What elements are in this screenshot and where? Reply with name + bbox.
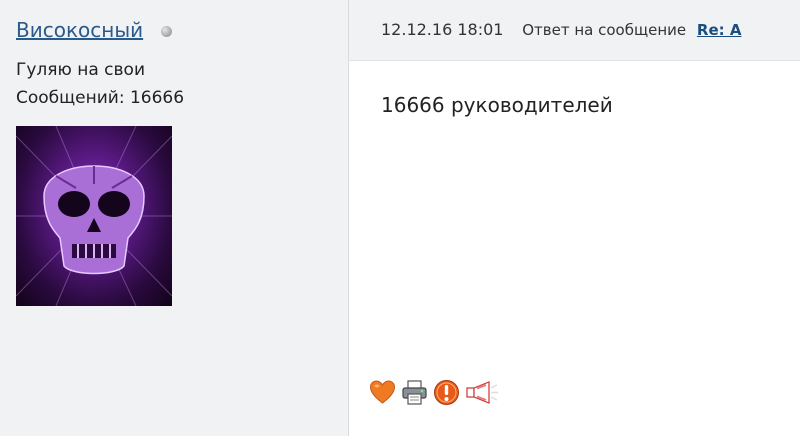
message-text: 16666 руководителей — [381, 93, 613, 117]
author-panel: Високосный Гуляю на свои Сообщений: 1666… — [0, 0, 349, 436]
author-header: Високосный — [16, 18, 173, 42]
post-actions — [369, 379, 498, 406]
username-link[interactable]: Високосный — [16, 18, 143, 42]
message-header: 12.12.16 18:01 Ответ на сообщение Re: A — [349, 0, 800, 61]
post-count-value: 16666 — [129, 88, 185, 108]
post-date: 12.12.16 18:01 — [381, 20, 504, 39]
heart-icon[interactable] — [369, 379, 396, 406]
thread-link[interactable]: Re: A — [697, 21, 742, 39]
warning-icon[interactable] — [433, 379, 460, 406]
printer-icon[interactable] — [401, 379, 428, 406]
avatar[interactable] — [16, 126, 172, 306]
reply-label: Ответ на сообщение — [522, 21, 687, 39]
user-status-text: Гуляю на свои — [16, 60, 145, 80]
post-count: Сообщений: 16666 — [16, 88, 184, 108]
skull-icon — [16, 126, 172, 306]
forum-post: Високосный Гуляю на свои Сообщений: 1666… — [0, 0, 800, 436]
offline-status-icon — [161, 25, 173, 37]
post-count-label: Сообщений: — [16, 88, 125, 108]
message-body: 16666 руководителей — [349, 61, 800, 436]
megaphone-icon[interactable] — [465, 379, 498, 406]
